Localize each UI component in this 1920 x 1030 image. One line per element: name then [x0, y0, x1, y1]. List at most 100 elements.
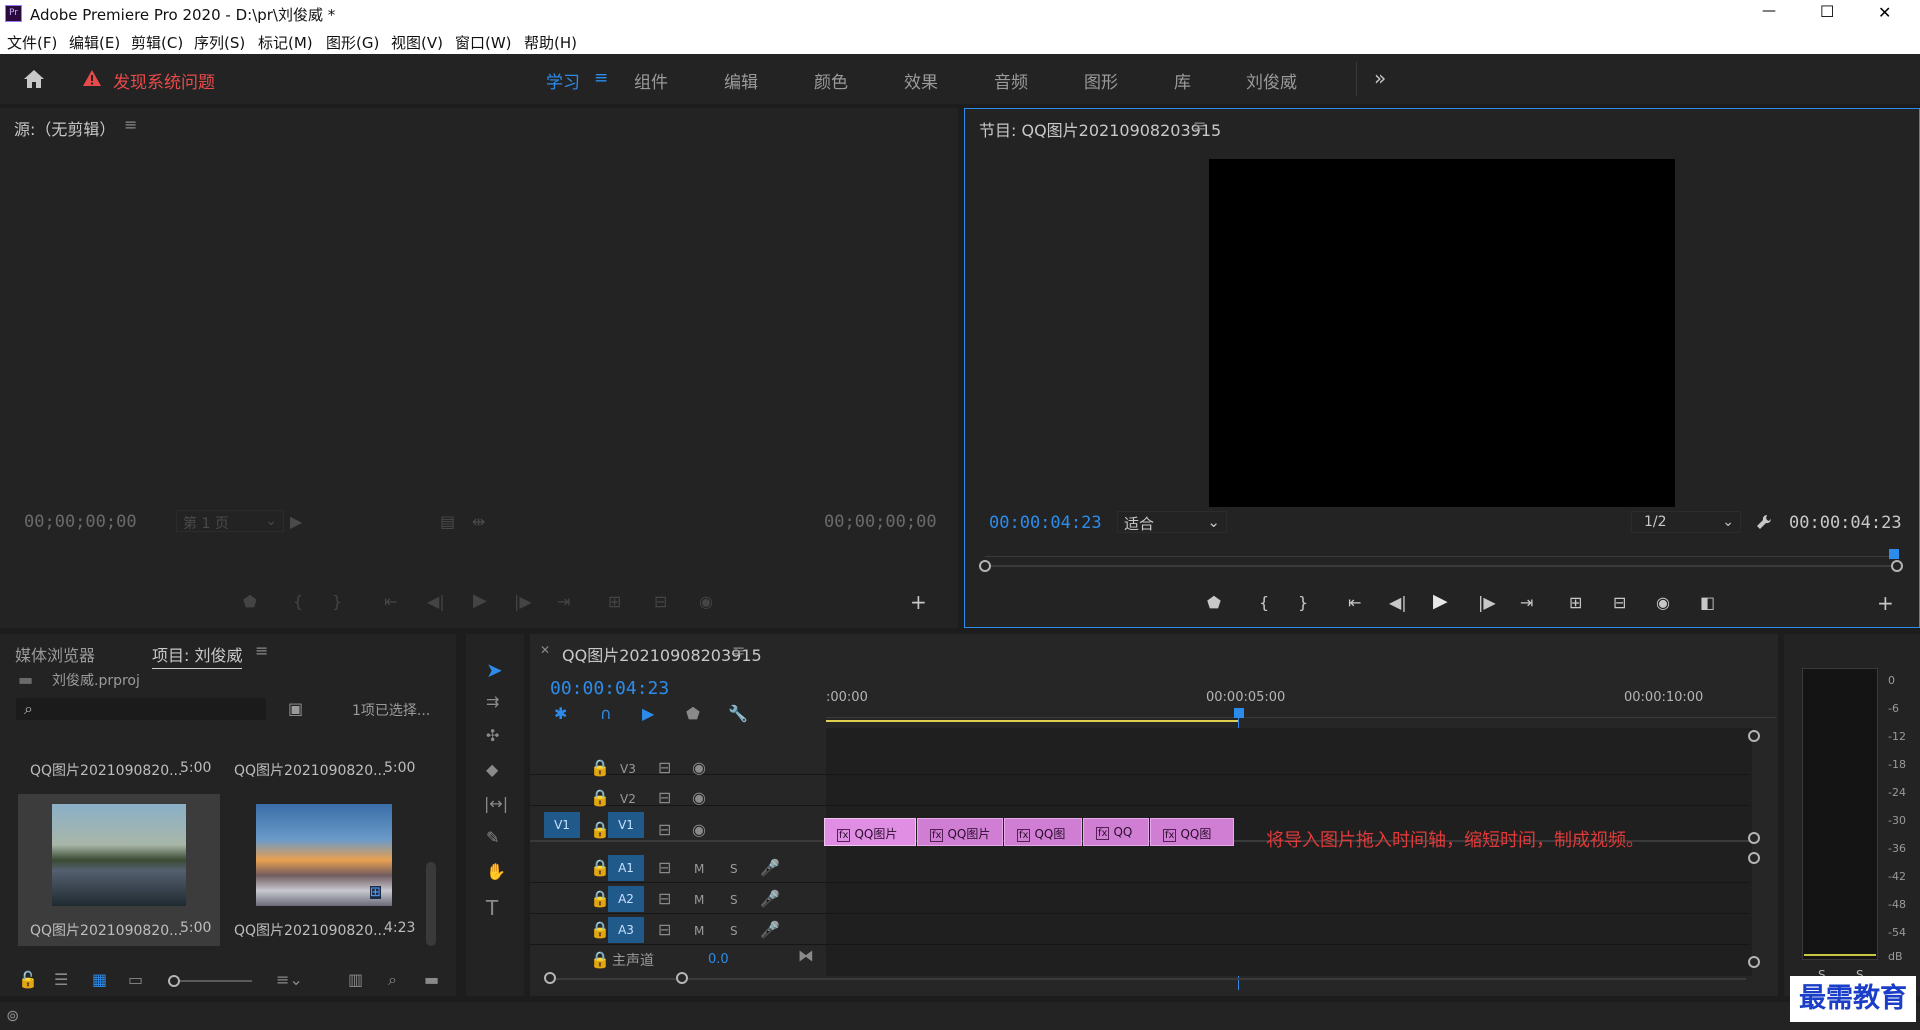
- go-to-out-icon[interactable]: ⇥: [1520, 595, 1533, 611]
- master-volume[interactable]: 0.0: [708, 952, 729, 967]
- status-icon[interactable]: ⊚: [6, 1008, 19, 1024]
- panel-menu-icon[interactable]: ≡: [732, 643, 745, 659]
- find-icon[interactable]: ⌕: [388, 972, 397, 988]
- tab-effects[interactable]: 效果: [904, 68, 938, 93]
- mark-out-icon[interactable]: }: [332, 594, 342, 610]
- step-forward-icon[interactable]: |▶: [514, 594, 532, 610]
- eye-icon[interactable]: ◉: [692, 822, 706, 838]
- ripple-edit-icon[interactable]: ✣: [486, 728, 499, 744]
- program-timecode-right[interactable]: 00:00:04:23: [1789, 513, 1902, 533]
- go-to-in-icon[interactable]: ⇤: [1348, 595, 1361, 611]
- solo-button[interactable]: S: [730, 862, 738, 876]
- vertical-zoom-handle[interactable]: [1748, 730, 1760, 742]
- home-icon[interactable]: [22, 68, 46, 90]
- step-back-icon[interactable]: ◀|: [1389, 595, 1407, 611]
- eye-icon[interactable]: ◉: [692, 790, 706, 806]
- mark-in-icon[interactable]: {: [1259, 595, 1269, 611]
- eye-icon[interactable]: ◉: [692, 760, 706, 776]
- source-timecode-left[interactable]: 00;00;00;00: [24, 512, 137, 532]
- play-icon[interactable]: ▶: [473, 592, 487, 610]
- lift-icon[interactable]: ⊞: [1569, 595, 1582, 611]
- play-icon[interactable]: ▶: [1433, 592, 1448, 611]
- sort-icon[interactable]: ≡⌄: [276, 972, 303, 988]
- tab-menu-icon[interactable]: ≡: [594, 68, 608, 88]
- type-tool-icon[interactable]: T: [486, 898, 498, 918]
- menu-marker[interactable]: 标记(M): [258, 32, 313, 53]
- vertical-zoom-handle[interactable]: [1748, 956, 1760, 968]
- automate-icon[interactable]: ▥: [348, 972, 363, 988]
- track-label-a2[interactable]: A2: [608, 886, 644, 912]
- mark-out-icon[interactable]: }: [1298, 595, 1308, 611]
- lock-icon[interactable]: 🔒: [590, 952, 610, 968]
- panel-menu-icon[interactable]: ≡: [1193, 118, 1206, 134]
- close-tab-icon[interactable]: ✕: [540, 644, 550, 656]
- warning-icon[interactable]: [82, 69, 102, 87]
- track-label-v3[interactable]: V3: [620, 762, 636, 776]
- clip[interactable]: fx QQ: [1083, 818, 1149, 846]
- mute-button[interactable]: M: [694, 924, 704, 938]
- playhead-marker[interactable]: [1889, 549, 1899, 559]
- slip-icon[interactable]: |↔|: [484, 796, 508, 812]
- search-input[interactable]: [16, 698, 266, 720]
- tab-audio[interactable]: 音频: [994, 68, 1028, 93]
- menu-window[interactable]: 窗口(W): [455, 32, 512, 53]
- tab-learn[interactable]: 学习: [546, 68, 580, 93]
- marker-icon[interactable]: ⬟: [243, 594, 257, 610]
- linked-selection-icon[interactable]: ▶: [642, 706, 654, 722]
- scrollbar[interactable]: [426, 862, 436, 946]
- clip[interactable]: fx QQ图片: [824, 818, 916, 846]
- sync-lock-icon[interactable]: ⊟: [658, 790, 671, 806]
- menu-graphics[interactable]: 图形(G): [326, 32, 379, 53]
- close-icon[interactable]: ✕: [1878, 3, 1891, 22]
- solo-button[interactable]: S: [730, 924, 738, 938]
- new-bin-button-icon[interactable]: ▬: [424, 972, 439, 988]
- add-marker-icon[interactable]: ⬟: [686, 706, 700, 722]
- tab-project[interactable]: 项目: 刘俊威: [152, 642, 243, 669]
- program-ruler[interactable]: [985, 545, 1897, 557]
- menu-clip[interactable]: 剪辑(C): [131, 32, 183, 53]
- play-small-icon[interactable]: ▶: [290, 514, 302, 530]
- tab-media-browser[interactable]: 媒体浏览器: [15, 642, 95, 666]
- go-to-out-icon[interactable]: ⇥: [557, 594, 570, 610]
- wrench-icon[interactable]: [1755, 513, 1773, 531]
- lock-icon[interactable]: 🔓: [18, 972, 38, 988]
- menu-edit[interactable]: 编辑(E): [69, 32, 120, 53]
- insert-icon[interactable]: ▤: [440, 514, 455, 530]
- thumbnail-city[interactable]: [52, 804, 186, 906]
- zoom-handle-right[interactable]: [1891, 560, 1903, 572]
- sync-lock-icon[interactable]: ⊟: [658, 860, 671, 876]
- track-label-v1[interactable]: V1: [608, 812, 644, 838]
- freeform-view-icon[interactable]: ▭: [128, 972, 143, 988]
- nest-icon[interactable]: ✱: [554, 706, 567, 722]
- page-dropdown[interactable]: 第 1 页 ⌄: [176, 510, 284, 532]
- horizontal-zoom-handle[interactable]: [544, 972, 556, 984]
- step-back-icon[interactable]: ◀|: [427, 594, 445, 610]
- go-to-in-icon[interactable]: ⇤: [384, 594, 397, 610]
- tab-custom[interactable]: 刘俊威: [1246, 68, 1297, 93]
- tab-editing[interactable]: 编辑: [724, 68, 758, 93]
- menu-file[interactable]: 文件(F): [7, 32, 57, 53]
- track-label-v2[interactable]: V2: [620, 792, 636, 806]
- program-timecode-left[interactable]: 00:00:04:23: [989, 513, 1102, 533]
- tab-graphics[interactable]: 图形: [1084, 68, 1118, 93]
- menu-help[interactable]: 帮助(H): [524, 32, 577, 53]
- mute-button[interactable]: M: [694, 893, 704, 907]
- timeline-settings-icon[interactable]: 🔧: [728, 706, 748, 722]
- menu-sequence[interactable]: 序列(S): [194, 32, 245, 53]
- track-select-icon[interactable]: ⇉: [486, 694, 499, 710]
- microphone-icon[interactable]: 🎤: [760, 891, 780, 907]
- lock-icon[interactable]: 🔒: [590, 760, 610, 776]
- track-label-a3[interactable]: A3: [608, 917, 644, 943]
- solo-button[interactable]: S: [730, 893, 738, 907]
- source-timecode-right[interactable]: 00;00;00;00: [824, 512, 937, 532]
- timeline-playhead[interactable]: [1234, 708, 1244, 718]
- insert-clip-icon[interactable]: ⊞: [608, 594, 621, 610]
- more-workspaces-icon[interactable]: »: [1374, 66, 1386, 90]
- horizontal-zoom-handle[interactable]: [676, 972, 688, 984]
- zoom-slider[interactable]: [172, 980, 252, 982]
- add-button-icon[interactable]: +: [910, 592, 927, 612]
- zoom-bar[interactable]: [985, 565, 1897, 567]
- add-button-icon[interactable]: +: [1877, 593, 1894, 613]
- video-preview[interactable]: [1209, 159, 1675, 507]
- lock-icon[interactable]: 🔒: [590, 922, 610, 938]
